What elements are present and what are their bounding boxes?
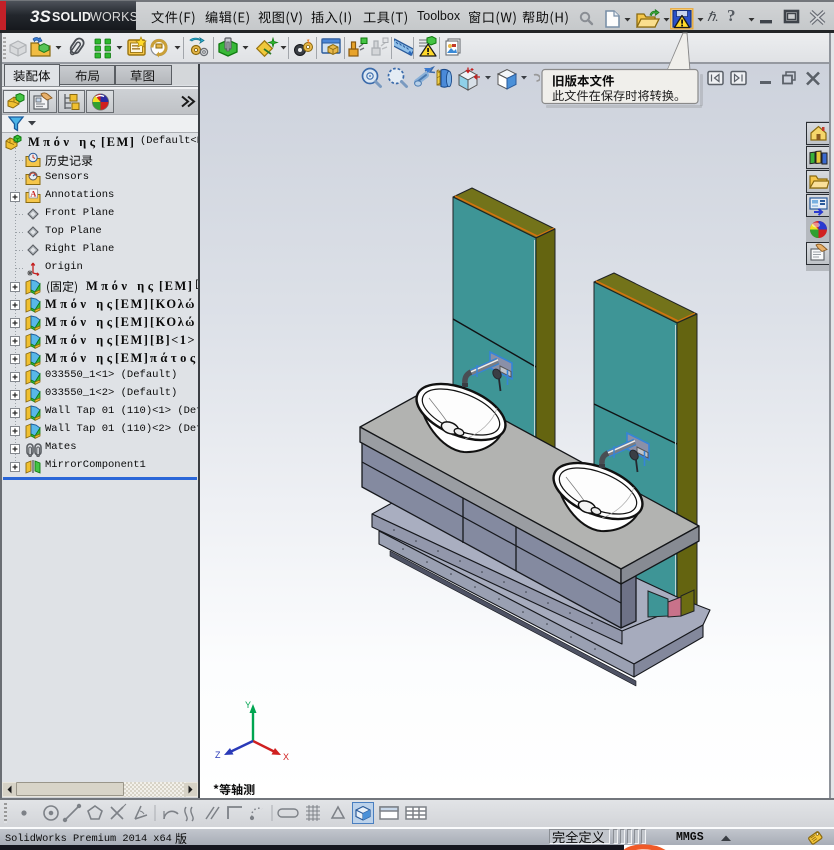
svg-text:Y: Y (245, 700, 251, 710)
svg-text:A: A (30, 189, 37, 199)
svg-text:Z: Z (215, 750, 221, 760)
svg-text:X: X (283, 752, 289, 762)
svg-text:WORKS: WORKS (90, 10, 136, 24)
svg-text:3S: 3S (30, 7, 51, 26)
svg-text:SOLID: SOLID (52, 10, 91, 24)
